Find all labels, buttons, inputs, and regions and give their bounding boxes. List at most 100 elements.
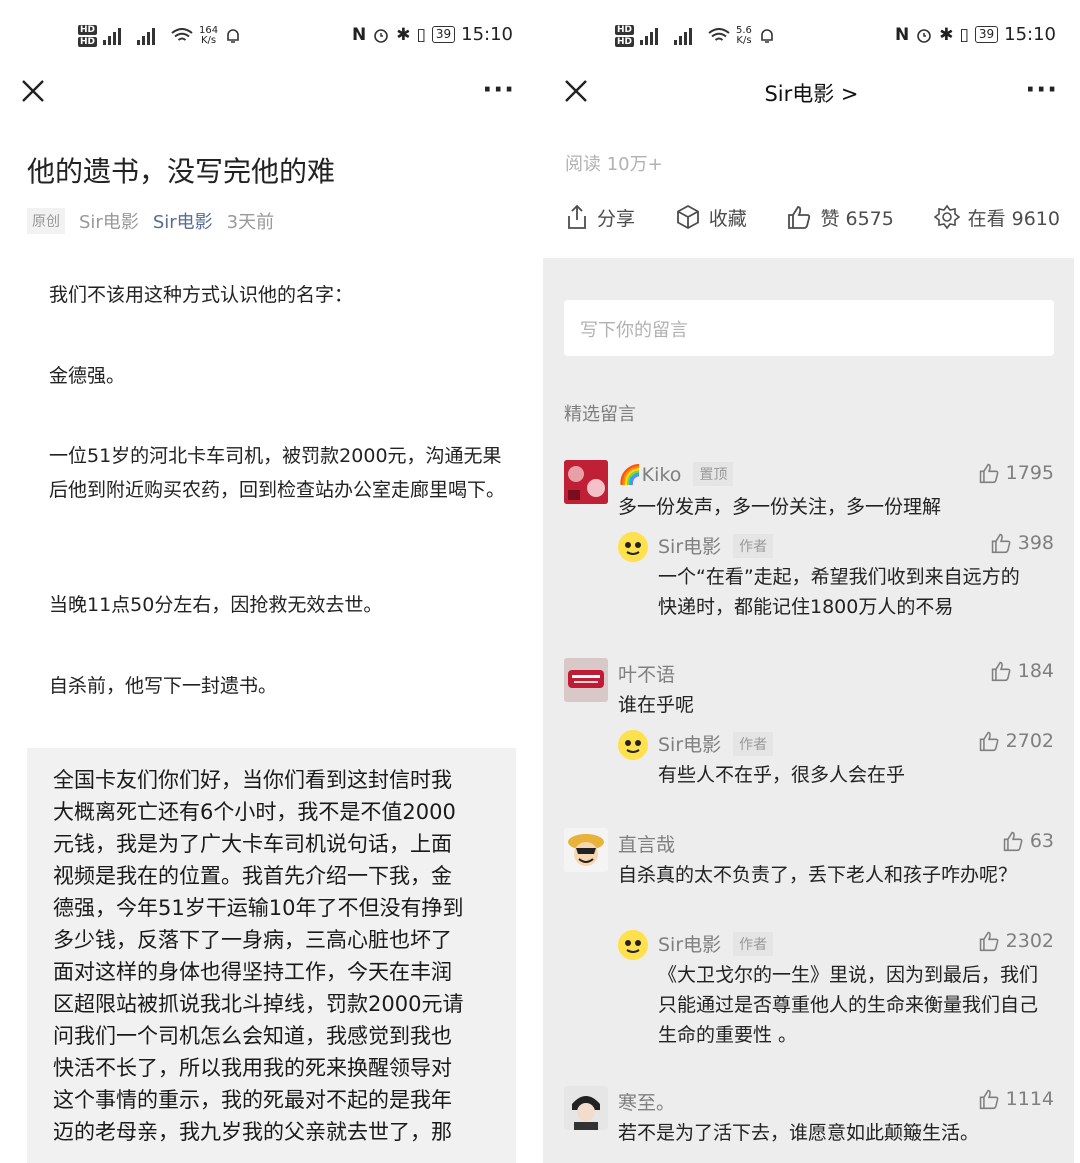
thumbs-up-icon	[1003, 831, 1023, 852]
publish-time: 3天前	[226, 212, 275, 233]
comment-item: 叶不语 184 谁在乎呢 Sir电影 作者 2702 有些人不在乎，很多人会在乎	[564, 658, 1054, 808]
reply-like-button[interactable]: 2302	[978, 930, 1054, 952]
like-count: 398	[1017, 532, 1054, 554]
thumbs-up-icon	[979, 463, 999, 484]
thumbs-up-icon	[979, 931, 999, 952]
author-avatar[interactable]	[618, 532, 648, 562]
letter-line: 德强，今年51岁干运输10年了不但没有挣到	[53, 896, 464, 920]
like-button[interactable]: 赞 6575	[786, 204, 894, 231]
nav-bar: ···	[0, 70, 537, 114]
comment-like-button[interactable]: 1114	[978, 1088, 1054, 1110]
signal-icon	[640, 27, 668, 45]
commenter-name[interactable]: 寒至。	[618, 1088, 675, 1115]
letter-line: 迈的老母亲，我九岁我的父亲就去世了，那	[53, 1120, 452, 1144]
like-count: 2302	[1005, 930, 1054, 952]
watching-label: 在看 9610	[967, 207, 1060, 230]
wifi-icon	[171, 28, 193, 41]
battery-icon: 39	[431, 26, 456, 43]
letter-line: 视频是我在的位置。我首先介绍一下我，金	[53, 864, 452, 888]
reply-text: 一个“在看”走起，希望我们收到来自远方的快递时，都能记住1800万人的不易	[658, 566, 1020, 618]
author-avatar[interactable]	[618, 930, 648, 960]
commenter-name[interactable]: 🌈Kiko	[618, 463, 681, 486]
article-title: 他的遗书，没写完他的难	[27, 155, 336, 188]
comment-text: 若不是为了活下去，谁愿意如此颠簸生活。	[618, 1122, 980, 1144]
watching-icon	[933, 204, 960, 230]
read-count: 阅读 10万+	[565, 154, 663, 175]
bluetooth-icon: ✱	[939, 24, 954, 45]
author-name[interactable]: Sir电影	[658, 532, 721, 559]
bluetooth-icon: ✱	[396, 24, 411, 45]
nfc-icon: N	[895, 24, 910, 45]
comment-text: 自杀真的太不负责了，丢下老人和孩子咋办呢？	[618, 864, 1018, 886]
like-count: 1114	[1005, 1088, 1054, 1110]
letter-line: 区超限站被抓说我北斗掉线，罚款2000元请	[53, 992, 464, 1016]
nfc-icon: N	[352, 24, 367, 45]
avatar[interactable]	[564, 460, 608, 504]
share-icon	[568, 204, 586, 229]
vibrate-icon: ▯	[416, 24, 426, 45]
article-meta: 原创 Sir电影 Sir电影 3天前	[27, 208, 274, 234]
net-speed: 5.6 K/s	[736, 25, 752, 46]
account-title[interactable]: Sir电影 >	[543, 78, 1080, 108]
letter-text: 全国卡友们你们好，当你们看到这封信时我 大概离死亡还有6个小时，我不是不值200…	[53, 764, 493, 1148]
pinned-tag: 置顶	[693, 462, 734, 486]
comments-screen: HD HD 5.6 K/s N ✱ ▯ 39 15:10 Sir电影 > ··· 阅…	[543, 0, 1080, 1163]
favorite-button[interactable]: 收藏	[675, 204, 747, 231]
hd-icon: HD HD	[615, 25, 635, 47]
letter-line: 问我们一个司机怎么会知道，我感觉到我也	[53, 1024, 452, 1048]
like-label: 赞 6575	[820, 207, 894, 230]
more-icon[interactable]: ···	[1025, 77, 1058, 103]
article-screen: HD HD 164 K/s N ✱ ▯ 39 15:10 ··· 他的遗书，没写完他…	[0, 0, 537, 1163]
author-name[interactable]: Sir电影	[658, 930, 721, 957]
thumbs-up-icon	[979, 1089, 999, 1110]
author-tag: 作者	[733, 731, 774, 756]
comment-like-button[interactable]: 63	[1002, 830, 1054, 852]
article-author: Sir电影	[79, 212, 139, 233]
letter-line: 多少钱，反落下了一身病，三高心脏也坏了	[53, 928, 452, 952]
article-paragraph: 金德强。	[49, 365, 126, 387]
bell-icon	[227, 29, 239, 43]
net-speed: 164 K/s	[199, 25, 219, 46]
comment-item: 寒至。 1114 若不是为了活下去，谁愿意如此颠簸生活。	[564, 1086, 1054, 1156]
nav-bar: Sir电影 > ···	[543, 70, 1080, 114]
comment-like-button[interactable]: 184	[990, 660, 1054, 682]
like-count: 184	[1017, 660, 1054, 682]
author-tag: 作者	[733, 533, 774, 558]
reply-like-button[interactable]: 398	[990, 532, 1054, 554]
author-avatar[interactable]	[618, 730, 648, 760]
thumbs-up-icon	[991, 533, 1011, 554]
thumbs-up-icon	[991, 661, 1011, 682]
account-link[interactable]: Sir电影	[153, 208, 213, 234]
author-name[interactable]: Sir电影	[658, 730, 721, 757]
alarm-icon	[374, 28, 389, 43]
letter-line: 快活不长了，所以我用我的死来换醒领导对	[53, 1056, 452, 1080]
more-icon[interactable]: ···	[482, 77, 515, 103]
author-tag: 作者	[733, 931, 774, 956]
comment-text: 多一份发声，多一份关注，多一份理解	[618, 496, 942, 518]
letter-line: 大概离死亡还有6个小时，我不是不值2000	[53, 800, 456, 824]
signal-icon	[103, 27, 131, 45]
action-bar: 分享 收藏 赞 6575 在看 9610	[565, 200, 1060, 234]
comment-input[interactable]: 写下你的留言	[564, 300, 1054, 356]
close-icon[interactable]	[20, 78, 46, 104]
share-button[interactable]: 分享	[565, 204, 635, 231]
bell-icon	[761, 29, 773, 43]
article-paragraph: 一位51岁的河北卡车司机，被罚款2000元，沟通无果后他到附近购买农药，回到检查…	[49, 445, 506, 501]
clock: 15:10	[1004, 24, 1056, 45]
reply-text: 有些人不在乎，很多人会在乎	[658, 764, 906, 786]
avatar[interactable]	[564, 1086, 608, 1130]
article-paragraph: 我们不该用这种方式认识他的名字：	[49, 284, 354, 306]
vibrate-icon: ▯	[959, 24, 969, 45]
letter-line: 面对这样的身体也得坚持工作，今天在丰润	[53, 960, 452, 984]
watching-button[interactable]: 在看 9610	[933, 204, 1060, 231]
cube-icon	[676, 204, 699, 230]
share-label: 分享	[597, 207, 636, 230]
status-bar: HD HD 164 K/s N ✱ ▯ 39 15:10	[0, 22, 537, 54]
reply-like-button[interactable]: 2702	[978, 730, 1054, 752]
commenter-name[interactable]: 直言哉	[618, 830, 675, 857]
avatar[interactable]	[564, 828, 608, 872]
commenter-name[interactable]: 叶不语	[618, 660, 675, 687]
status-bar: HD HD 5.6 K/s N ✱ ▯ 39 15:10	[543, 22, 1080, 54]
avatar[interactable]	[564, 658, 608, 702]
comment-like-button[interactable]: 1795	[978, 462, 1054, 484]
